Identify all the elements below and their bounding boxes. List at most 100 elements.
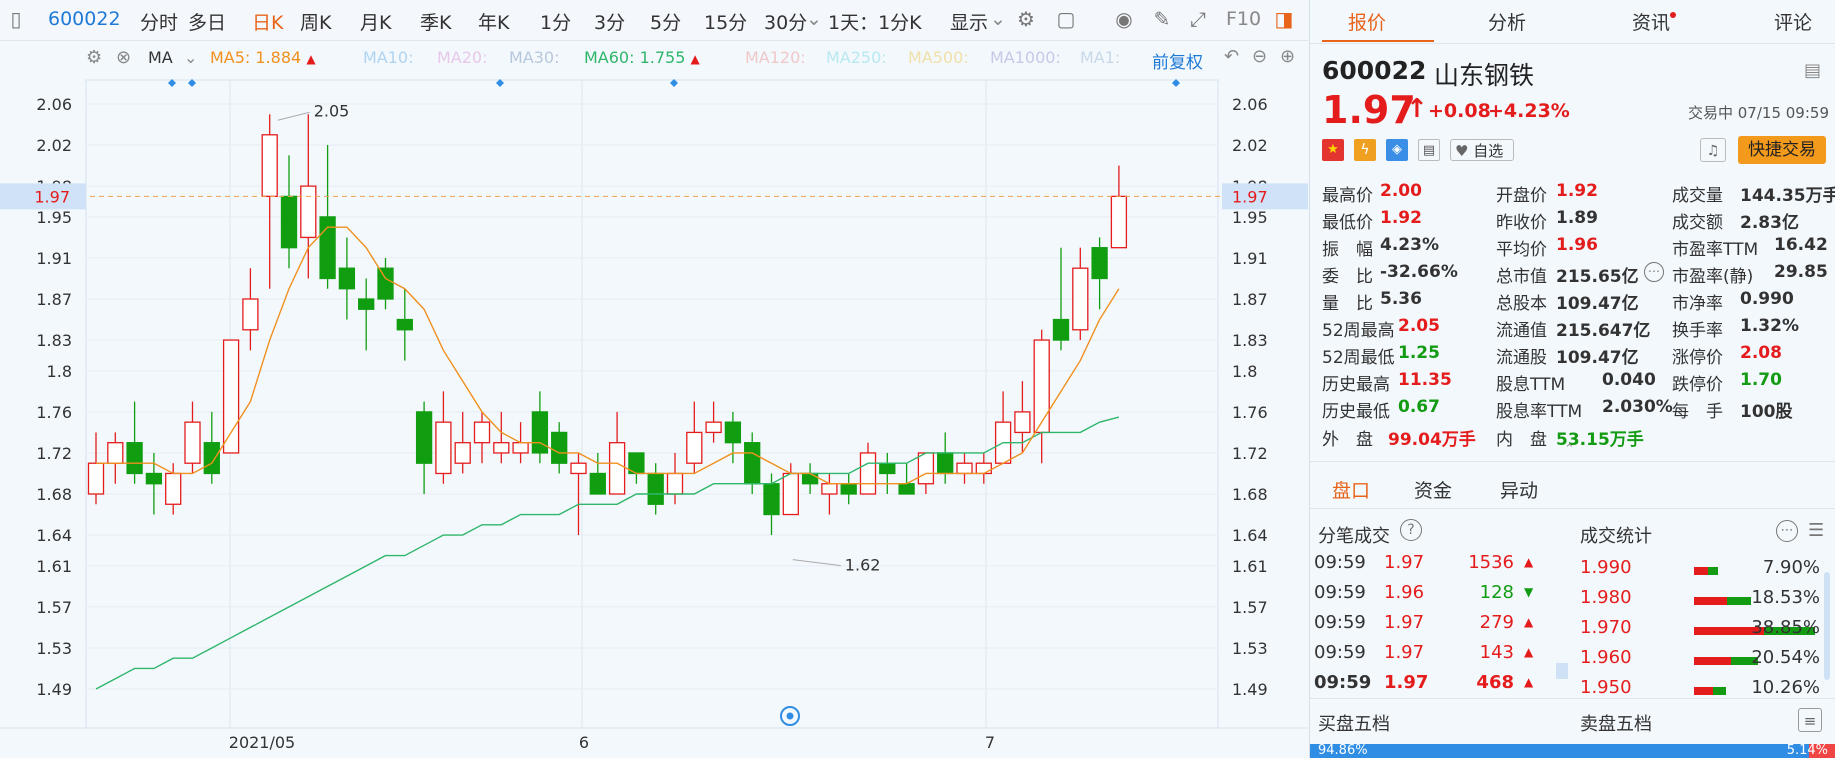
candle-body[interactable]: [512, 442, 529, 454]
candle-body[interactable]: [705, 421, 722, 434]
candle-body[interactable]: [724, 421, 742, 444]
bell-icon[interactable]: ♫: [1700, 138, 1726, 162]
candle-body[interactable]: [840, 483, 857, 495]
candle-body[interactable]: [551, 431, 568, 464]
scroll-thumb[interactable]: [1556, 663, 1568, 679]
candle-body[interactable]: [686, 431, 703, 464]
candle-body[interactable]: [493, 442, 510, 454]
candle-body[interactable]: [415, 411, 433, 464]
x-tick: 6: [579, 733, 589, 752]
field-label: 总市值: [1496, 267, 1547, 287]
field-label: 总股本: [1496, 294, 1547, 314]
trade-status: 交易中 07/15 09:59: [1688, 104, 1829, 122]
quote-tab[interactable]: 评论: [1774, 8, 1812, 35]
candle-body[interactable]: [87, 462, 105, 495]
field-label: 历史最低: [1322, 402, 1390, 422]
y-tick-right: 1.64: [1232, 526, 1268, 545]
candle-body[interactable]: [1072, 267, 1089, 331]
y-tick-left: 1.53: [36, 639, 72, 658]
candle-body[interactable]: [801, 472, 819, 485]
quick-trade-button[interactable]: 快捷交易: [1738, 136, 1826, 164]
candle-body[interactable]: [917, 452, 935, 485]
divider: [1310, 508, 1835, 509]
candle-body[interactable]: [184, 421, 201, 464]
candle-body[interactable]: [300, 185, 317, 239]
triangle-up-icon: ▲: [1524, 615, 1534, 629]
triangle-up-icon: ▲: [1524, 645, 1534, 659]
candle-body[interactable]: [898, 483, 915, 495]
candle-body[interactable]: [956, 462, 973, 475]
candle-body[interactable]: [358, 298, 375, 310]
candle-body[interactable]: [319, 216, 336, 280]
candle-body[interactable]: [1091, 247, 1108, 280]
sub-tab[interactable]: 盘口: [1332, 476, 1370, 503]
candle-body[interactable]: [1033, 339, 1050, 434]
field-label: 52周最低: [1322, 348, 1395, 368]
candle-body[interactable]: [107, 442, 124, 464]
candle-body[interactable]: [454, 442, 471, 464]
candle-body[interactable]: [396, 318, 413, 331]
field-value: 1.96: [1556, 235, 1598, 255]
note-icon[interactable]: ▤: [1418, 139, 1440, 161]
detail-icon[interactable]: ▤: [1804, 60, 1821, 81]
candle-body[interactable]: [763, 483, 780, 516]
candle-body[interactable]: [126, 442, 143, 475]
candle-body[interactable]: [647, 472, 664, 505]
candle-body[interactable]: [435, 421, 452, 475]
kline-chart[interactable]: 2.062.062.022.021.981.981.951.951.911.91…: [0, 0, 1308, 758]
candle-body[interactable]: [589, 472, 606, 495]
candle-body[interactable]: [165, 472, 182, 505]
field-value: 4.23%: [1380, 235, 1439, 255]
candle-body[interactable]: [531, 411, 549, 454]
field-value: 11.35: [1398, 370, 1452, 390]
collapse-panel-icon[interactable]: ≡: [1798, 708, 1822, 732]
candle-body[interactable]: [570, 462, 587, 475]
candle-body[interactable]: [666, 472, 684, 495]
watchlist-button[interactable]: ♥ 自选: [1450, 139, 1514, 161]
candle-body[interactable]: [782, 472, 799, 516]
buy-pct: 94.86%: [1318, 744, 1368, 758]
field-label: 量 比: [1322, 294, 1373, 314]
candle-body[interactable]: [744, 442, 761, 485]
y-tick-left: 1.8: [47, 362, 72, 381]
help-icon[interactable]: ?: [1400, 519, 1422, 541]
y-tick-right: 1.72: [1232, 444, 1268, 463]
collapse-icon[interactable]: ⌃: [1564, 442, 1575, 457]
candle-body[interactable]: [937, 452, 954, 475]
tick-time: 09:59: [1314, 672, 1372, 693]
candle-body[interactable]: [821, 483, 838, 495]
candle-body[interactable]: [242, 298, 259, 331]
candle-body[interactable]: [879, 462, 896, 475]
candle-body[interactable]: [280, 195, 298, 249]
sub-tab[interactable]: 资金: [1414, 476, 1452, 503]
candle-body[interactable]: [608, 442, 626, 495]
stats-scrollbar[interactable]: [1824, 572, 1830, 680]
stat-price: 1.990: [1580, 557, 1632, 578]
lightning-icon[interactable]: ϟ: [1354, 139, 1376, 161]
triangle-up-icon: ▲: [1524, 675, 1534, 689]
more-icon[interactable]: ⋯: [1776, 520, 1798, 542]
sub-tab[interactable]: 异动: [1500, 476, 1538, 503]
stat-price: 1.980: [1580, 587, 1632, 608]
candle-body[interactable]: [975, 462, 992, 475]
quote-tab[interactable]: 资讯: [1632, 8, 1670, 35]
field-value: 1.92: [1556, 181, 1598, 201]
current-price-label-left: 1.97: [34, 187, 70, 206]
candle-body[interactable]: [338, 267, 356, 290]
more-icon[interactable]: ⋯: [1644, 262, 1664, 282]
candle-body[interactable]: [377, 267, 394, 300]
candle-body[interactable]: [1014, 411, 1031, 434]
candle-body[interactable]: [859, 452, 877, 495]
quote-tab[interactable]: 报价: [1348, 8, 1386, 35]
candle-body[interactable]: [203, 442, 220, 475]
y-tick-right: 1.53: [1232, 639, 1268, 658]
candle-body[interactable]: [1052, 318, 1070, 341]
candle-body[interactable]: [222, 339, 240, 454]
quote-tab[interactable]: 分析: [1488, 8, 1526, 35]
candle-body[interactable]: [1110, 195, 1128, 249]
tag-icon[interactable]: ◈: [1386, 139, 1408, 161]
candle-body[interactable]: [145, 472, 163, 485]
list-icon[interactable]: ☰: [1808, 520, 1824, 541]
candle-body[interactable]: [473, 421, 491, 444]
candle-body[interactable]: [261, 134, 278, 198]
